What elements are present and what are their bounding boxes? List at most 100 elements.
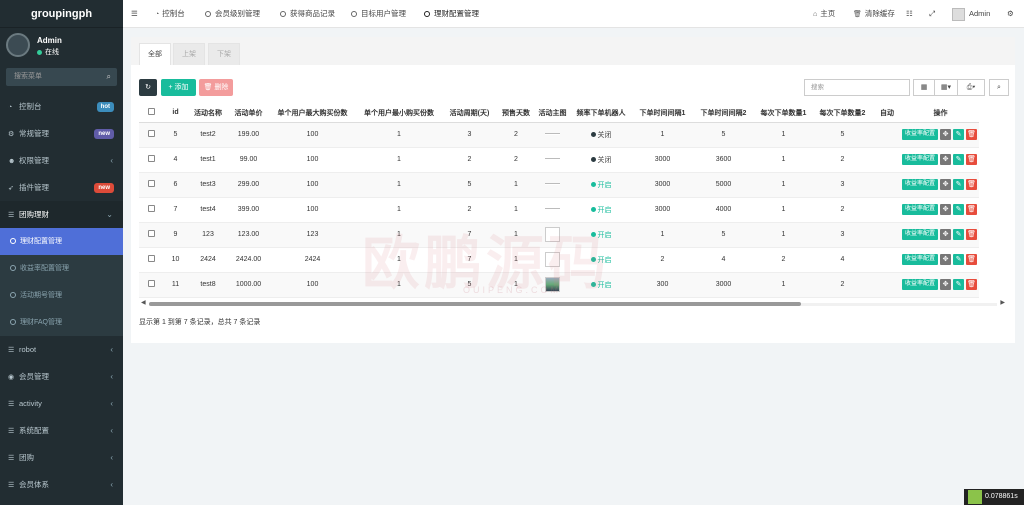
row-checkbox[interactable] [147, 205, 155, 212]
column-header[interactable]: 活动周期(天) [442, 104, 497, 123]
move-icon[interactable]: ✥ [940, 254, 952, 265]
sidebar-item-6[interactable]: ◉ 会员管理 ‹ [0, 363, 123, 390]
search-icon[interactable]: ⌕ [107, 68, 111, 86]
select-all-cell[interactable] [139, 104, 163, 123]
sidebar-item-7[interactable]: ☰ activity ‹ [0, 390, 123, 417]
activity-image[interactable] [545, 227, 560, 242]
yield-config-button[interactable]: 收益率配置 [902, 254, 939, 265]
delete-icon[interactable]: 🗑 [966, 279, 978, 290]
delete-icon[interactable]: 🗑 [966, 254, 978, 265]
sidebar-item-4[interactable]: ☰ 团购理财 ⌄ [0, 201, 123, 228]
edit-icon[interactable]: ✎ [953, 154, 965, 165]
delete-icon[interactable]: 🗑 [966, 229, 978, 240]
activity-image[interactable] [545, 252, 560, 267]
column-header[interactable]: 下单时间间隔2 [693, 104, 754, 123]
sidebar-item-5[interactable]: ☰ robot ‹ [0, 336, 123, 363]
top-tab-0[interactable]: ◔ 控制台 [155, 0, 185, 28]
column-header[interactable]: 预售天数 [497, 104, 535, 123]
table-search-input[interactable]: 搜索 [804, 79, 910, 96]
delete-button[interactable]: 🗑 删除 [199, 79, 233, 96]
translate-icon[interactable]: ☷ [906, 0, 913, 28]
yield-config-button[interactable]: 收益率配置 [902, 154, 939, 165]
toggle-view-button[interactable]: ▦ [913, 79, 935, 96]
column-header[interactable]: 自动 [872, 104, 902, 123]
search-toggle-button[interactable]: ⌕ [989, 79, 1009, 96]
menu-toggle-icon[interactable]: ☰ [131, 0, 138, 28]
yield-config-button[interactable]: 收益率配置 [902, 279, 939, 290]
delete-icon[interactable]: 🗑 [966, 154, 978, 165]
column-header[interactable]: id [163, 104, 188, 123]
settings-icon[interactable]: ⚙ [1007, 0, 1014, 28]
scroll-left-icon[interactable]: ◀ [141, 299, 146, 306]
sidebar-item-3[interactable]: ➶ 插件管理 new [0, 174, 123, 201]
sidebar-item-8[interactable]: ☰ 系统配置 ‹ [0, 417, 123, 444]
submenu-item-2[interactable]: 活动期号管理 [0, 282, 123, 309]
export-button[interactable]: ⎙▾ [957, 79, 985, 96]
column-header[interactable]: 频率下单机器人 [570, 104, 632, 123]
activity-image[interactable] [545, 158, 560, 161]
row-checkbox[interactable] [147, 230, 155, 237]
tab-on-shelf[interactable]: 上架 [173, 43, 205, 65]
refresh-button[interactable]: ↻ [139, 79, 157, 96]
submenu-item-0[interactable]: 理财配置管理 [0, 228, 123, 255]
activity-image[interactable] [545, 277, 560, 292]
top-tab-2[interactable]: 获得商品记录 [280, 0, 335, 28]
top-tab-4[interactable]: 理财配置管理 [424, 0, 479, 28]
sidebar-item-9[interactable]: ☰ 团购 ‹ [0, 444, 123, 471]
menu-search-input[interactable]: 搜索菜单 ⌕ [6, 68, 117, 86]
table-row[interactable]: 10 2424 2424.00 2424 1 7 1 开启 2 4 2 4 收益率配置 ✥ ✎ 🗑 [139, 247, 980, 273]
row-checkbox[interactable] [147, 155, 155, 162]
clear-cache-button[interactable]: 🗑 清除缓存 [853, 0, 895, 28]
column-header[interactable]: 活动主图 [535, 104, 570, 123]
delete-icon[interactable]: 🗑 [966, 179, 978, 190]
yield-config-button[interactable]: 收益率配置 [902, 179, 939, 190]
column-header[interactable]: 下单时间间隔1 [632, 104, 693, 123]
select-all-checkbox[interactable] [147, 108, 155, 116]
delete-icon[interactable]: 🗑 [966, 204, 978, 215]
yield-config-button[interactable]: 收益率配置 [902, 204, 939, 215]
horizontal-scrollbar[interactable]: ◀ ▶ [139, 299, 1007, 307]
user-menu[interactable]: Admin [952, 0, 990, 28]
move-icon[interactable]: ✥ [940, 179, 952, 190]
yield-config-button[interactable]: 收益率配置 [902, 129, 939, 140]
move-icon[interactable]: ✥ [940, 229, 952, 240]
sidebar-item-0[interactable]: ◔ 控制台 hot [0, 93, 123, 120]
delete-icon[interactable]: 🗑 [966, 129, 978, 140]
row-checkbox[interactable] [147, 130, 155, 137]
tab-all[interactable]: 全部 [139, 43, 171, 65]
activity-image[interactable] [545, 133, 560, 136]
move-icon[interactable]: ✥ [940, 129, 952, 140]
fullscreen-icon[interactable]: ⤢ [929, 0, 935, 28]
row-checkbox[interactable] [147, 280, 155, 287]
edit-icon[interactable]: ✎ [953, 229, 965, 240]
yield-config-button[interactable]: 收益率配置 [902, 229, 939, 240]
edit-icon[interactable]: ✎ [953, 129, 965, 140]
top-tab-3[interactable]: 目标用户管理 [351, 0, 406, 28]
activity-image[interactable] [545, 208, 560, 211]
column-header[interactable]: 每次下单数量2 [813, 104, 872, 123]
row-checkbox[interactable] [147, 255, 155, 262]
edit-icon[interactable]: ✎ [953, 179, 965, 190]
submenu-item-1[interactable]: 收益率配置管理 [0, 255, 123, 282]
activity-image[interactable] [545, 183, 560, 186]
column-header[interactable]: 活动单价 [228, 104, 269, 123]
table-row[interactable]: 11 test8 1000.00 100 1 5 1 开启 300 3000 1 2 收益率配置 ✥ ✎ 🗑 [139, 272, 980, 298]
edit-icon[interactable]: ✎ [953, 204, 965, 215]
home-link[interactable]: ⌂ 主页 [813, 0, 835, 28]
sidebar-item-2[interactable]: ☻ 权限管理 ‹ [0, 147, 123, 174]
edit-icon[interactable]: ✎ [953, 279, 965, 290]
move-icon[interactable]: ✥ [940, 204, 952, 215]
column-header[interactable]: 每次下单数量1 [754, 104, 813, 123]
sidebar-item-10[interactable]: ☰ 会员体系 ‹ [0, 471, 123, 498]
table-row[interactable]: 9 123 123.00 123 1 7 1 开启 1 5 1 3 收益率配置 ✥ ✎ 🗑 [139, 222, 980, 248]
table-row[interactable]: 6 test3 299.00 100 1 5 1 开启 3000 5000 1 3 收益率配置 ✥ ✎ 🗑 [139, 172, 980, 198]
move-icon[interactable]: ✥ [940, 279, 952, 290]
table-row[interactable]: 4 test1 99.00 100 1 2 2 关闭 3000 3600 1 2 收益率配置 ✥ ✎ 🗑 [139, 147, 980, 173]
move-icon[interactable]: ✥ [940, 154, 952, 165]
scrollbar-thumb[interactable] [149, 302, 801, 306]
tab-off-shelf[interactable]: 下架 [208, 43, 240, 65]
scroll-right-icon[interactable]: ▶ [1000, 299, 1005, 306]
sidebar-item-1[interactable]: ⚙ 常规管理 new [0, 120, 123, 147]
submenu-item-3[interactable]: 理财FAQ管理 [0, 309, 123, 336]
column-header[interactable]: 操作 [902, 104, 980, 123]
